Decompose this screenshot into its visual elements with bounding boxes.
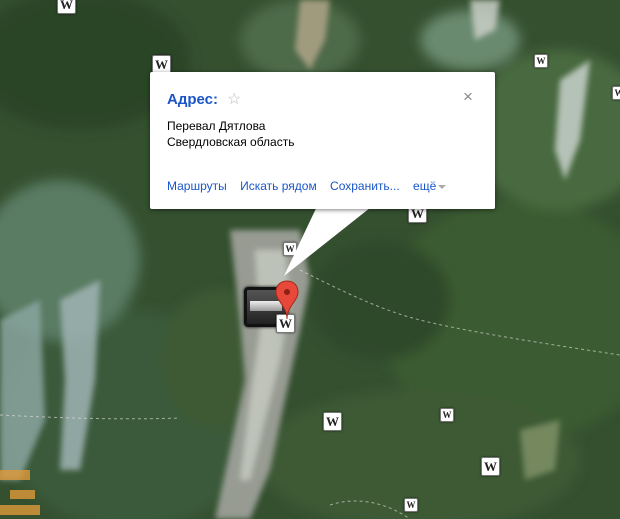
wikipedia-marker-icon[interactable]: W	[612, 86, 620, 100]
address-line-1: Перевал Дятлова	[167, 119, 266, 133]
wikipedia-marker-icon[interactable]: W	[404, 498, 418, 512]
close-icon[interactable]: ×	[463, 87, 473, 107]
address-line-2: Свердловская область	[167, 135, 295, 149]
wikipedia-marker-icon[interactable]: W	[323, 412, 342, 431]
wikipedia-marker-icon[interactable]: W	[534, 54, 548, 68]
map-canvas[interactable]: W W W W W W W W W W W Адрес: ☆ × Перевал…	[0, 0, 620, 519]
address-block: Перевал Дятлова Свердловская область	[167, 118, 294, 150]
chevron-down-icon	[438, 184, 447, 189]
info-window-tail	[284, 200, 380, 276]
wikipedia-marker-icon[interactable]: W	[440, 408, 454, 422]
info-window-title: Адрес:	[167, 91, 218, 108]
wikipedia-marker-icon[interactable]: W	[57, 0, 76, 14]
save-link[interactable]: Сохранить...	[330, 179, 400, 193]
info-window: Адрес: ☆ × Перевал Дятлова Свердловская …	[150, 72, 495, 209]
star-icon[interactable]: ☆	[227, 89, 241, 109]
wikipedia-marker-icon[interactable]: W	[481, 457, 500, 476]
red-map-pin-icon[interactable]	[275, 280, 299, 320]
more-link-label: ещё	[413, 179, 437, 193]
more-dropdown[interactable]: ещё	[413, 179, 447, 193]
routes-link[interactable]: Маршруты	[167, 179, 227, 193]
search-nearby-link[interactable]: Искать рядом	[240, 179, 317, 193]
info-window-actions: Маршруты Искать рядом Сохранить... ещё	[167, 179, 447, 193]
